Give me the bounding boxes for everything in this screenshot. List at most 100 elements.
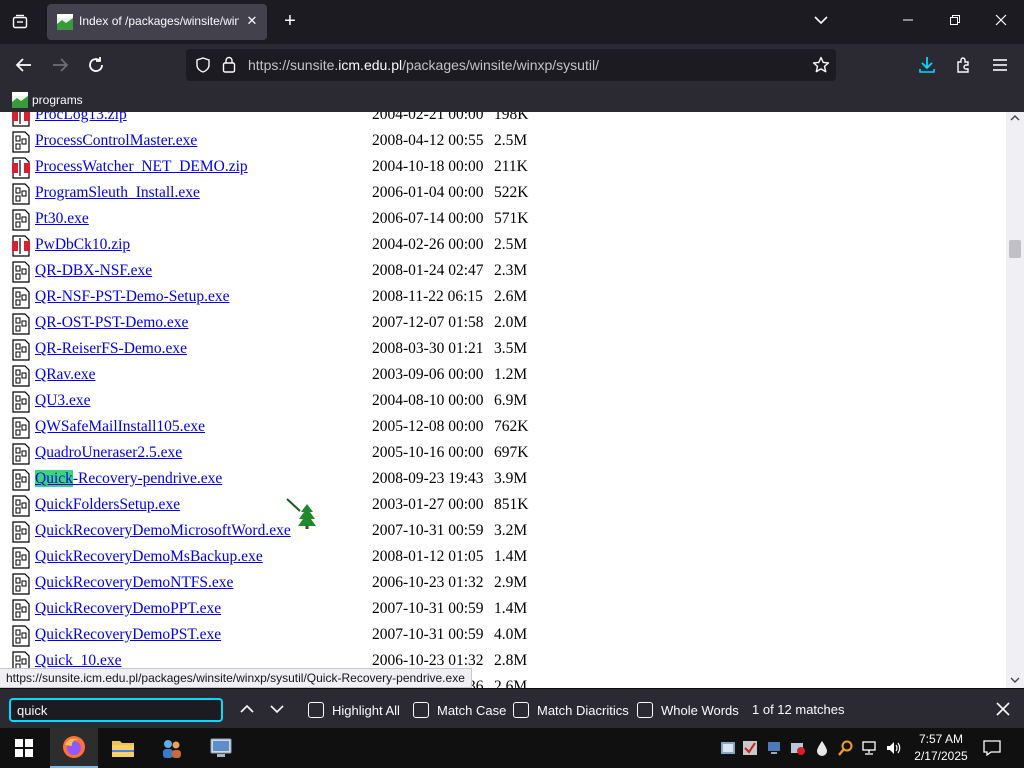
clock-time: 7:57 AM — [918, 732, 964, 746]
file-link[interactable]: QuickRecoveryDemoPST.exe — [35, 626, 221, 644]
file-link[interactable]: ProcLog13.zip — [35, 112, 127, 124]
tray-droplet-icon[interactable] — [814, 740, 830, 756]
table-row: QR-NSF-PST-Demo-Setup.exe 2008-11-22 06:1… — [0, 285, 1000, 311]
file-size: 3.9M — [494, 470, 528, 487]
file-size: 697K — [494, 444, 529, 461]
shield-icon[interactable] — [195, 57, 211, 73]
file-link[interactable]: ProcessControlMaster.exe — [35, 132, 197, 150]
table-row: ProcessControlMaster.exe 2008-04-12 00:55… — [0, 129, 1000, 155]
minimize-icon[interactable] — [896, 10, 920, 34]
taskbar-control-panel[interactable] — [197, 728, 245, 768]
file-date: 2004-02-26 00:00 — [372, 236, 484, 253]
file-link[interactable]: ProcessWatcher_NET_DEMO.zip — [35, 158, 248, 176]
table-row: Quick-Recovery-pendrive.exe 2008-09-23 19… — [0, 467, 1000, 493]
tray-monitor-icon[interactable] — [766, 740, 782, 756]
bookmark-programs[interactable]: programs — [12, 91, 83, 109]
file-size: 1.4M — [494, 548, 528, 565]
file-link[interactable]: QWSafeMailInstall105.exe — [35, 418, 205, 436]
menu-icon[interactable] — [987, 52, 1013, 78]
active-tab[interactable]: Index of /packages/winsite/winxp/sysutil… — [47, 4, 267, 40]
volume-icon[interactable] — [886, 740, 902, 756]
taskbar-firefox[interactable] — [50, 728, 98, 768]
address-bar[interactable]: https://sunsite.icm.edu.pl/packages/wins… — [186, 49, 836, 81]
whole-words-checkbox[interactable]: Whole Words — [637, 700, 739, 720]
file-date: 2008-09-23 19:43 — [372, 470, 484, 487]
file-link[interactable]: QU3.exe — [35, 392, 91, 410]
find-match-highlight: Quick — [35, 470, 73, 487]
file-link[interactable]: QR-OST-PST-Demo.exe — [35, 314, 188, 332]
extensions-icon[interactable] — [951, 52, 977, 78]
zip-file-icon — [12, 157, 30, 179]
file-link[interactable]: Quick-Recovery-pendrive.exe — [35, 470, 222, 488]
network-icon[interactable] — [862, 740, 878, 756]
file-link[interactable]: PwDbCk10.zip — [35, 236, 130, 254]
file-link[interactable]: QR-ReiserFS-Demo.exe — [35, 340, 187, 358]
file-link[interactable]: QR-NSF-PST-Demo-Setup.exe — [35, 288, 229, 306]
file-link[interactable]: QuickRecoveryDemoPPT.exe — [35, 600, 221, 618]
chevron-down-icon[interactable] — [814, 12, 836, 32]
find-next-icon[interactable] — [266, 699, 288, 719]
file-link[interactable]: Pt30.exe — [35, 210, 89, 228]
binary-file-icon — [12, 131, 30, 153]
page-scrollbar[interactable] — [1006, 112, 1024, 688]
tray-search-tool-icon[interactable] — [838, 740, 854, 756]
people-icon — [163, 740, 181, 758]
new-tab-plus-icon[interactable]: + — [278, 10, 302, 34]
close-tab-icon[interactable]: ✕ — [243, 12, 261, 30]
notification-icon[interactable] — [980, 736, 1004, 760]
table-row: ProgramSleuth_Install.exe 2006-01-04 00:0… — [0, 181, 1000, 207]
start-button[interactable] — [0, 728, 48, 768]
find-previous-icon[interactable] — [236, 699, 258, 719]
file-link[interactable]: ProgramSleuth_Install.exe — [35, 184, 200, 202]
computer-icon — [210, 738, 232, 757]
binary-file-icon — [12, 495, 30, 517]
match-case-checkbox[interactable]: Match Case — [413, 700, 506, 720]
find-input[interactable]: quick — [9, 698, 223, 722]
close-window-icon[interactable] — [989, 10, 1013, 34]
file-size: 2.0M — [494, 314, 528, 331]
close-find-bar-icon[interactable] — [992, 698, 1014, 720]
binary-file-icon — [12, 469, 30, 491]
tray-network-warning-icon[interactable] — [790, 740, 806, 756]
back-icon[interactable] — [11, 52, 37, 78]
link-status-bar: https://sunsite.icm.edu.pl/packages/wins… — [0, 668, 472, 688]
scroll-down-arrow-icon[interactable] — [1010, 676, 1020, 684]
file-size: 3.5M — [494, 340, 528, 357]
file-size: 6.9M — [494, 392, 528, 409]
file-size: 4.0M — [494, 626, 528, 643]
taskbar-file-explorer[interactable] — [99, 728, 147, 768]
lock-icon[interactable] — [222, 56, 236, 73]
table-row: QuickRecoveryDemoPPT.exe 2007-10-31 00:59… — [0, 597, 1000, 623]
file-link[interactable]: QuickFoldersSetup.exe — [35, 496, 180, 514]
star-icon[interactable] — [812, 56, 830, 74]
file-link[interactable]: QuickRecoveryDemoNTFS.exe — [35, 574, 233, 592]
tray-image-icon[interactable] — [720, 740, 736, 756]
forward-icon[interactable] — [47, 52, 73, 78]
match-diacritics-checkbox[interactable]: Match Diacritics — [513, 700, 629, 720]
url-text[interactable]: https://sunsite.icm.edu.pl/packages/wins… — [248, 57, 599, 73]
file-link[interactable]: QRav.exe — [35, 366, 96, 384]
binary-file-icon — [12, 183, 30, 205]
file-link[interactable]: QuickRecoveryDemoMicrosoftWord.exe — [35, 522, 291, 540]
system-clock[interactable]: 7:57 AM 2/17/2025 — [912, 731, 970, 765]
scroll-up-arrow-icon[interactable] — [1010, 114, 1020, 122]
file-date: 2006-01-04 00:00 — [372, 184, 484, 201]
file-link[interactable]: QuadroUneraser2.5.exe — [35, 444, 182, 462]
download-icon[interactable] — [914, 52, 940, 78]
file-size: 522K — [494, 184, 529, 201]
scrollbar-thumb[interactable] — [1009, 240, 1021, 258]
reload-icon[interactable] — [83, 52, 109, 78]
file-link[interactable]: QR-DBX-NSF.exe — [35, 262, 152, 280]
file-size: 2.5M — [494, 132, 528, 149]
file-size: 851K — [494, 496, 529, 513]
table-row: QR-OST-PST-Demo.exe 2007-12-07 01:58 2.0M — [0, 311, 1000, 337]
file-date: 2005-12-08 00:00 — [372, 418, 484, 435]
highlight-all-checkbox[interactable]: Highlight All — [308, 700, 400, 720]
file-link[interactable]: QuickRecoveryDemoMsBackup.exe — [35, 548, 263, 566]
tray-security-icon[interactable] — [742, 740, 758, 756]
binary-file-icon — [12, 365, 30, 387]
taskbar-people-app[interactable] — [148, 728, 196, 768]
tab-list-icon[interactable] — [6, 8, 34, 36]
file-size: 2.6M — [494, 678, 528, 688]
maximize-icon[interactable] — [943, 10, 967, 34]
